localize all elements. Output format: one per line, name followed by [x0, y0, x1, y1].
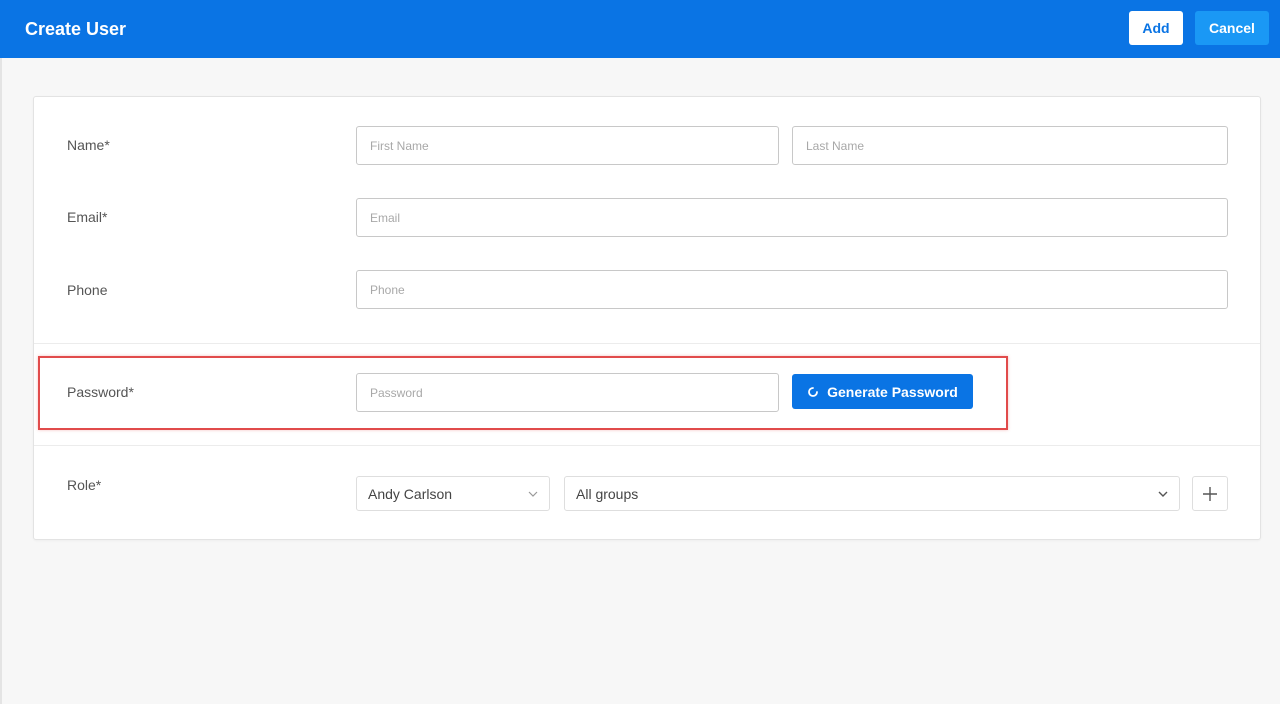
role-user-value: Andy Carlson — [368, 485, 453, 502]
password-label: Password* — [67, 384, 134, 400]
role-group-select[interactable]: All groups — [564, 476, 1180, 511]
plus-icon — [1203, 486, 1217, 501]
generate-password-label: Generate Password — [827, 383, 958, 400]
left-edge — [0, 58, 2, 704]
password-input[interactable] — [356, 373, 779, 412]
name-label: Name* — [67, 137, 110, 153]
email-input[interactable] — [356, 198, 1228, 237]
role-user-select[interactable]: Andy Carlson — [356, 476, 550, 511]
header-bar: Create User Add Cancel — [0, 0, 1280, 58]
section-divider — [34, 343, 1260, 344]
chevron-down-icon — [528, 491, 538, 497]
phone-label: Phone — [67, 282, 108, 298]
email-label: Email* — [67, 209, 108, 225]
refresh-icon — [808, 386, 819, 397]
create-user-form: Name* Email* Phone Password* Generate Pa… — [33, 96, 1261, 540]
generate-password-button[interactable]: Generate Password — [792, 374, 973, 409]
last-name-input[interactable] — [792, 126, 1228, 165]
first-name-input[interactable] — [356, 126, 779, 165]
add-button[interactable]: Add — [1129, 11, 1183, 45]
chevron-down-icon — [1158, 491, 1168, 497]
page-title: Create User — [25, 19, 127, 39]
phone-input[interactable] — [356, 270, 1228, 309]
role-label: Role* — [67, 477, 102, 493]
add-role-button[interactable] — [1192, 476, 1228, 511]
role-group-value: All groups — [576, 485, 639, 502]
section-divider — [34, 445, 1260, 446]
cancel-button[interactable]: Cancel — [1195, 11, 1269, 45]
